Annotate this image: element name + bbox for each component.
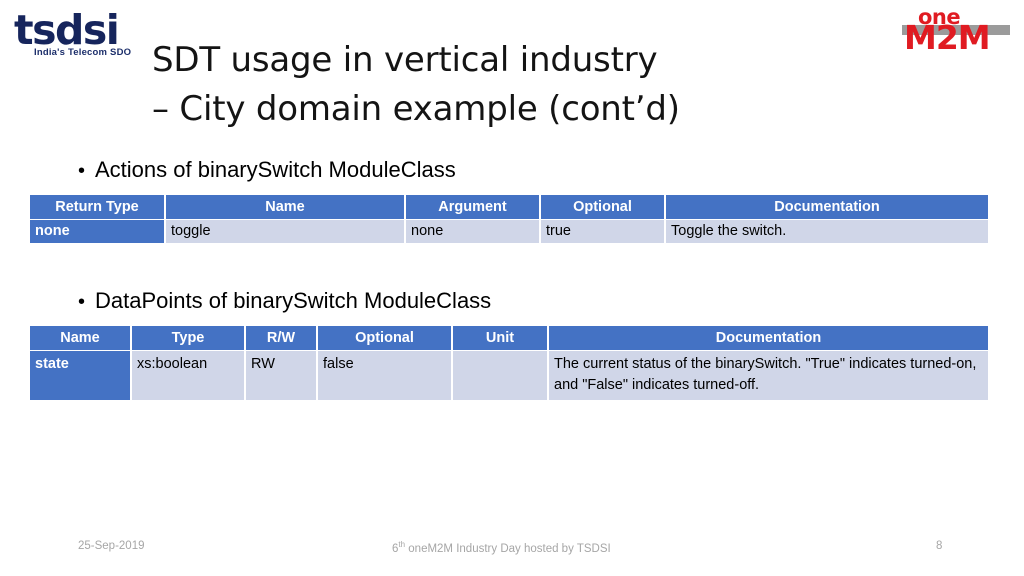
footer-page-number: 8 xyxy=(936,540,943,552)
datapoints-table: Name Type R/W Optional Unit Documentatio… xyxy=(30,326,988,401)
column-header-rw: R/W xyxy=(245,326,318,351)
bullet-datapoints: • DataPoints of binarySwitch ModuleClass xyxy=(78,288,491,314)
column-header-optional: Optional xyxy=(540,195,666,220)
onem2m-logo: one M2M xyxy=(902,6,1010,57)
cell-return-type: none xyxy=(30,219,166,244)
page-title-line-1: SDT usage in vertical industry xyxy=(152,40,658,80)
column-header-argument: Argument xyxy=(405,195,541,220)
cell-optional: true xyxy=(540,219,666,244)
cell-name: toggle xyxy=(165,219,406,244)
cell-documentation: The current status of the binarySwitch. … xyxy=(548,350,988,401)
onem2m-logo-m2m: M2M xyxy=(904,18,991,57)
column-header-unit: Unit xyxy=(452,326,549,351)
table-header-row: Name Type R/W Optional Unit Documentatio… xyxy=(30,326,988,351)
table-row: state xs:boolean RW false The current st… xyxy=(30,350,988,401)
column-header-documentation: Documentation xyxy=(548,326,988,351)
actions-table: Return Type Name Argument Optional Docum… xyxy=(30,195,988,244)
cell-name: state xyxy=(30,350,132,401)
cell-argument: none xyxy=(405,219,541,244)
page-title: SDT usage in vertical industry – City do… xyxy=(152,36,912,134)
bullet-actions-label: Actions of binarySwitch ModuleClass xyxy=(95,157,456,182)
cell-documentation: Toggle the switch. xyxy=(665,219,988,244)
column-header-type: Type xyxy=(131,326,246,351)
page-title-line-2: – City domain example (cont’d) xyxy=(152,89,680,129)
footer-event-name: 6th oneM2M Industry Day hosted by TSDSI xyxy=(392,540,611,555)
table-row: none toggle none true Toggle the switch. xyxy=(30,219,988,244)
footer-date: 25-Sep-2019 xyxy=(78,540,145,552)
cell-optional: false xyxy=(317,350,453,401)
tsdsi-logo: tsdsi India's Telecom SDO xyxy=(8,6,140,60)
tsdsi-logo-wordmark: tsdsi xyxy=(14,6,120,54)
column-header-documentation: Documentation xyxy=(665,195,988,220)
table-header-row: Return Type Name Argument Optional Docum… xyxy=(30,195,988,220)
cell-type: xs:boolean xyxy=(131,350,246,401)
bullet-datapoints-label: DataPoints of binarySwitch ModuleClass xyxy=(95,288,492,313)
column-header-return-type: Return Type xyxy=(30,195,166,220)
cell-unit xyxy=(452,350,549,401)
bullet-actions: • Actions of binarySwitch ModuleClass xyxy=(78,157,456,183)
column-header-name: Name xyxy=(165,195,406,220)
bullet-marker-icon: • xyxy=(78,291,86,313)
column-header-name: Name xyxy=(30,326,132,351)
column-header-optional: Optional xyxy=(317,326,453,351)
bullet-marker-icon: • xyxy=(78,160,86,182)
cell-rw: RW xyxy=(245,350,318,401)
footer-event-rest: oneM2M Industry Day hosted by TSDSI xyxy=(405,542,611,555)
